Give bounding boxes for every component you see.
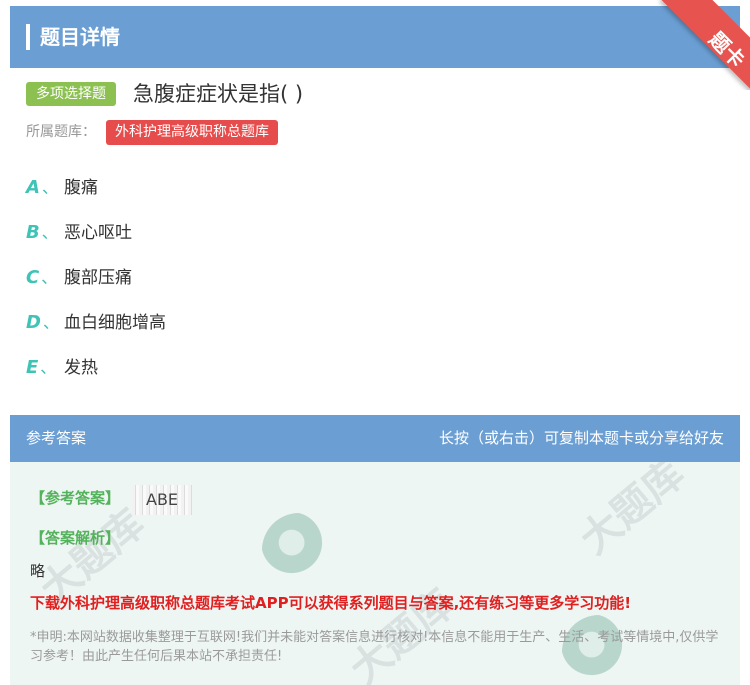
option-letter: C <box>26 267 40 288</box>
question-type-badge: 多项选择题 <box>26 82 116 106</box>
option-e[interactable]: E、 发热 <box>26 353 98 383</box>
option-text: 腹痛 <box>64 178 98 198</box>
answer-value[interactable]: ABE <box>132 485 193 515</box>
analysis-text: 略 <box>30 562 46 580</box>
option-d[interactable]: D、 血白细胞增高 <box>26 308 166 338</box>
option-b[interactable]: B、 恶心呕吐 <box>26 218 132 248</box>
answer-label: 【参考答案】 <box>30 489 121 507</box>
option-separator: 、 <box>41 223 58 242</box>
app-promo-link[interactable]: 下载外科护理高级职称总题库考试APP可以获得系列题目与答案,还有练习等更多学习功… <box>30 592 631 614</box>
answer-section: 大题库 大题库 大题库 参考答案 长按（或右击）可复制本题卡或分享给好友 【参考… <box>10 415 740 685</box>
option-separator: 、 <box>41 268 58 287</box>
bank-name-badge[interactable]: 外科护理高级职称总题库 <box>106 120 278 145</box>
card-ribbon[interactable]: 题卡 <box>640 0 750 90</box>
option-separator: 、 <box>41 178 58 197</box>
option-separator: 、 <box>40 358 57 377</box>
disclaimer-text: *申明:本网站数据收集整理于互联网!我们并未能对答案信息进行核对!本信息不能用于… <box>30 630 719 664</box>
option-letter: E <box>26 357 39 378</box>
analysis-label: 【答案解析】 <box>30 529 121 547</box>
page-title: 题目详情 <box>40 25 120 49</box>
answer-section-title: 参考答案 <box>26 429 87 447</box>
bank-label: 所属题库： <box>26 124 96 140</box>
option-text: 血白细胞增高 <box>64 313 166 333</box>
option-text: 发热 <box>64 358 98 378</box>
ribbon-label: 题卡 <box>704 26 750 73</box>
question-text: 急腹症症状是指( ) <box>133 82 304 106</box>
option-text: 恶心呕吐 <box>64 223 132 243</box>
option-letter: A <box>26 177 40 198</box>
header-accent-bar <box>26 24 30 50</box>
share-hint: 长按（或右击）可复制本题卡或分享给好友 <box>438 429 724 447</box>
option-letter: D <box>26 312 41 333</box>
option-letter: B <box>26 222 40 243</box>
page-header: 题目详情 <box>10 6 740 68</box>
option-text: 腹部压痛 <box>64 268 132 288</box>
answer-header: 参考答案 长按（或右击）可复制本题卡或分享给好友 <box>10 415 740 462</box>
option-separator: 、 <box>42 313 59 332</box>
option-c[interactable]: C、 腹部压痛 <box>26 263 132 293</box>
watermark-logo-icon <box>262 513 336 587</box>
option-a[interactable]: A、 腹痛 <box>26 173 98 203</box>
